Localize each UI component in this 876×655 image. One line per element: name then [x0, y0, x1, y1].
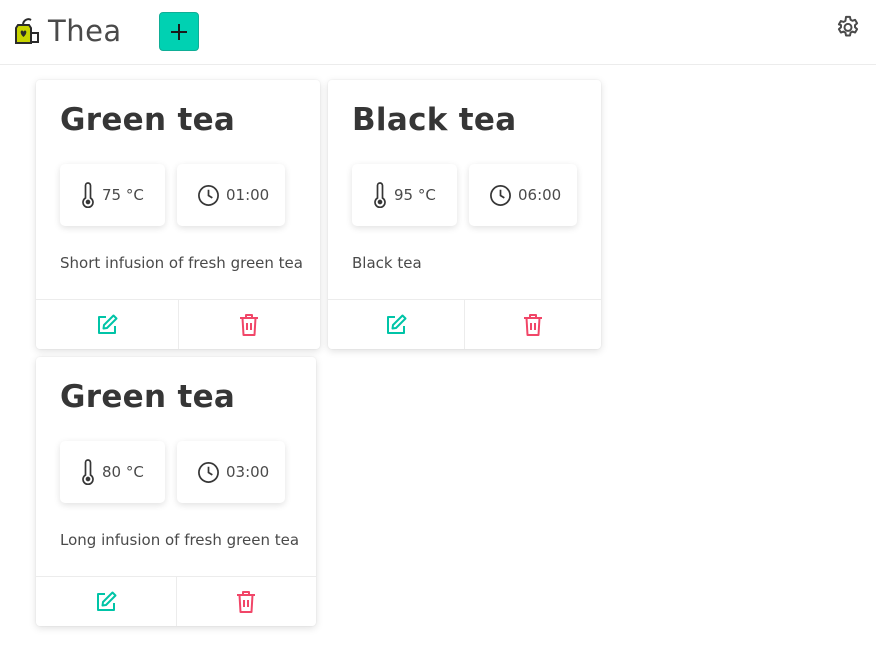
time-badge: 03:00 [177, 441, 285, 503]
time-badge: 01:00 [177, 164, 285, 226]
card-footer [328, 299, 601, 349]
temperature-badge: 95 °C [352, 164, 457, 226]
temperature-value: 80 °C [102, 463, 144, 481]
plus-icon [171, 23, 187, 40]
trash-icon [237, 590, 256, 613]
gear-icon[interactable] [834, 14, 862, 42]
tea-bag-icon [15, 18, 39, 44]
edit-icon [97, 314, 118, 334]
edit-button[interactable] [36, 300, 178, 349]
tea-name: Black tea [352, 102, 517, 138]
time-value: 03:00 [226, 463, 270, 481]
temperature-value: 95 °C [394, 186, 436, 204]
card-footer [36, 299, 320, 349]
edit-button[interactable] [328, 300, 464, 349]
tea-name: Green tea [60, 102, 236, 138]
time-badge: 06:00 [469, 164, 577, 226]
thermometer-icon [82, 459, 94, 485]
time-value: 06:00 [518, 186, 562, 204]
clock-icon [198, 461, 219, 483]
trash-icon [240, 313, 259, 336]
delete-button[interactable] [464, 300, 601, 349]
edit-icon [96, 591, 117, 611]
card-footer [36, 576, 316, 626]
thermometer-icon [374, 182, 386, 208]
tea-card: Black tea 95 °C 06:00 Black tea [328, 80, 601, 349]
tea-card: Green tea 75 °C 01:00 Short infusion of … [36, 80, 320, 349]
trash-icon [524, 313, 542, 336]
tea-card: Green tea 80 °C 03:00 Long infusion of f… [36, 357, 316, 626]
tea-description: Black tea [352, 254, 422, 272]
delete-button[interactable] [177, 300, 321, 349]
navbar: Thea [0, 0, 876, 65]
temperature-badge: 80 °C [60, 441, 165, 503]
edit-button[interactable] [36, 577, 176, 626]
add-tea-button[interactable] [159, 12, 199, 51]
brand[interactable]: Thea [12, 14, 122, 48]
temperature-badge: 75 °C [60, 164, 165, 226]
edit-icon [387, 314, 407, 334]
time-value: 01:00 [226, 186, 270, 204]
temperature-value: 75 °C [102, 186, 144, 204]
tea-description: Short infusion of fresh green tea [60, 254, 303, 272]
clock-icon [490, 184, 511, 206]
app-title: Thea [48, 14, 122, 48]
tea-name: Green tea [60, 379, 236, 415]
delete-button[interactable] [175, 577, 317, 626]
thermometer-icon [82, 182, 94, 208]
tea-description: Long infusion of fresh green tea [60, 531, 300, 549]
clock-icon [198, 184, 219, 206]
